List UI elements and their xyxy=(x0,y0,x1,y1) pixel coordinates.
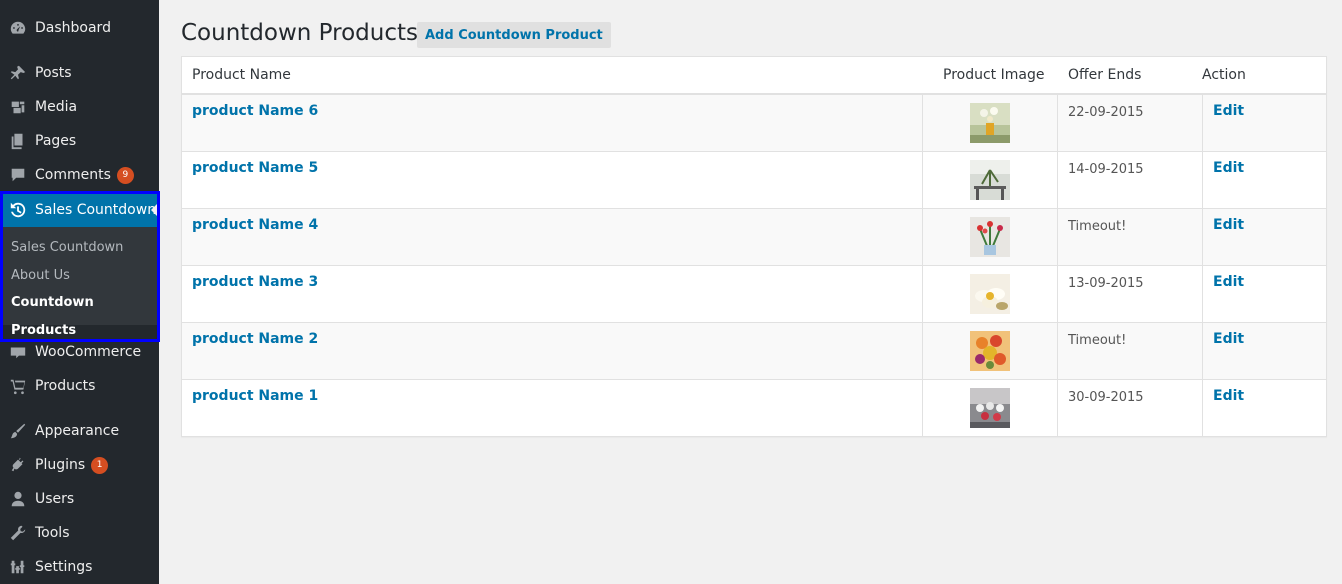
product-image-cell xyxy=(922,95,1058,151)
user-icon xyxy=(0,482,35,516)
sidebar-item-dashboard[interactable]: Dashboard xyxy=(0,11,159,45)
product-image-cell xyxy=(922,209,1058,265)
product-image-cell xyxy=(922,380,1058,436)
product-name-link[interactable]: product Name 2 xyxy=(192,331,318,347)
product-name-link[interactable]: product Name 5 xyxy=(192,160,318,176)
sidebar-item-label: Pages xyxy=(35,133,77,149)
action-cell: Edit xyxy=(1202,380,1342,436)
action-cell: Edit xyxy=(1202,152,1342,208)
table-row: product Name 4 Timeout! Edit xyxy=(182,208,1326,265)
wrench-icon xyxy=(0,516,35,550)
sidebar-item-sales-countdown[interactable]: Sales Countdown xyxy=(0,193,159,227)
table-row: product Name 1 30-09-2015 Edit xyxy=(182,379,1326,436)
sidebar-item-products[interactable]: Products xyxy=(0,369,159,403)
sidebar-item-appearance[interactable]: Appearance xyxy=(0,414,159,448)
admin-sidebar: Dashboard Posts Media Pages Comments 9 S… xyxy=(0,0,159,584)
sliders-icon xyxy=(0,550,35,584)
sidebar-item-users[interactable]: Users xyxy=(0,482,159,516)
sidebar-item-plugins[interactable]: Plugins 1 xyxy=(0,448,159,482)
sidebar-item-settings[interactable]: Settings xyxy=(0,550,159,584)
action-cell: Edit xyxy=(1202,209,1342,265)
action-cell: Edit xyxy=(1202,95,1342,151)
sidebar-item-label: Products xyxy=(35,378,96,394)
table-row: product Name 5 14-09-2015 Edit xyxy=(182,151,1326,208)
sidebar-item-woocommerce[interactable]: WooCommerce xyxy=(0,335,159,369)
edit-link[interactable]: Edit xyxy=(1213,388,1244,404)
comment-icon xyxy=(0,158,35,192)
comments-count-badge: 9 xyxy=(116,166,134,184)
product-thumbnail[interactable] xyxy=(970,331,1010,371)
product-name-link[interactable]: product Name 4 xyxy=(192,217,318,233)
offer-ends-value: 30-09-2015 xyxy=(1068,390,1144,405)
plug-icon xyxy=(0,448,35,482)
product-thumbnail[interactable] xyxy=(970,103,1010,143)
offer-ends-value: Timeout! xyxy=(1068,219,1127,234)
sidebar-item-pages[interactable]: Pages xyxy=(0,124,159,158)
offer-ends-value: Timeout! xyxy=(1068,333,1127,348)
action-cell: Edit xyxy=(1202,266,1342,322)
edit-link[interactable]: Edit xyxy=(1213,331,1244,347)
sidebar-item-label: Posts xyxy=(35,65,72,81)
edit-link[interactable]: Edit xyxy=(1213,160,1244,176)
product-image-cell xyxy=(922,266,1058,322)
sidebar-item-label: Comments xyxy=(35,167,111,183)
plugins-count-badge: 1 xyxy=(91,456,109,474)
woo-icon xyxy=(0,335,35,369)
sidebar-item-label: Appearance xyxy=(35,423,120,439)
sidebar-item-label: Sales Countdown xyxy=(35,202,157,218)
column-header-product-name[interactable]: Product Name xyxy=(192,67,291,83)
brush-icon xyxy=(0,414,35,448)
product-image-cell xyxy=(922,152,1058,208)
sidebar-item-label: Media xyxy=(35,99,78,115)
sidebar-item-label: Tools xyxy=(35,525,70,541)
column-header-offer-ends: Offer Ends xyxy=(1068,67,1142,83)
sidebar-item-label: Users xyxy=(35,491,75,507)
edit-link[interactable]: Edit xyxy=(1213,103,1244,119)
submenu-item-about-us[interactable]: About Us xyxy=(0,262,159,290)
media-icon xyxy=(0,90,35,124)
pages-icon xyxy=(0,124,35,158)
offer-ends-value: 22-09-2015 xyxy=(1068,105,1144,120)
sales-countdown-submenu: Sales Countdown About Us Countdown Produ… xyxy=(0,227,159,338)
edit-link[interactable]: Edit xyxy=(1213,274,1244,290)
sidebar-item-label: Plugins xyxy=(35,457,86,473)
history-clock-icon xyxy=(0,193,35,227)
sidebar-item-tools[interactable]: Tools xyxy=(0,516,159,550)
page-title: Countdown Products xyxy=(181,20,418,46)
product-thumbnail[interactable] xyxy=(970,217,1010,257)
product-name-link[interactable]: product Name 3 xyxy=(192,274,318,290)
offer-ends-value: 13-09-2015 xyxy=(1068,276,1144,291)
offer-ends-value: 14-09-2015 xyxy=(1068,162,1144,177)
product-image-cell xyxy=(922,323,1058,379)
sidebar-item-label: Settings xyxy=(35,559,93,575)
sidebar-item-comments[interactable]: Comments 9 xyxy=(0,158,159,192)
countdown-products-table: Product Name Product Image Offer Ends Ac… xyxy=(181,56,1327,437)
edit-link[interactable]: Edit xyxy=(1213,217,1244,233)
pin-icon xyxy=(0,56,35,90)
table-row: product Name 2 Timeout! Edit xyxy=(182,322,1326,379)
add-countdown-product-button[interactable]: Add Countdown Product xyxy=(417,22,611,48)
current-menu-arrow xyxy=(151,204,157,216)
dashboard-icon xyxy=(0,11,35,45)
column-header-product-image: Product Image xyxy=(943,67,1045,83)
product-thumbnail[interactable] xyxy=(970,160,1010,200)
submenu-item-countdown-products[interactable]: Countdown Products xyxy=(0,289,159,338)
sidebar-item-label: WooCommerce xyxy=(35,344,142,360)
sidebar-item-posts[interactable]: Posts xyxy=(0,56,159,90)
sidebar-item-media[interactable]: Media xyxy=(0,90,159,124)
table-row: product Name 6 22-09-2015 Edit xyxy=(182,94,1326,151)
product-thumbnail[interactable] xyxy=(970,274,1010,314)
table-row: product Name 3 13-09-2015 Edit xyxy=(182,265,1326,322)
sidebar-item-label: Dashboard xyxy=(35,20,111,36)
action-cell: Edit xyxy=(1202,323,1342,379)
table-header: Product Name Product Image Offer Ends Ac… xyxy=(182,57,1326,94)
product-thumbnail[interactable] xyxy=(970,388,1010,428)
product-name-link[interactable]: product Name 6 xyxy=(192,103,318,119)
cart-icon xyxy=(0,369,35,403)
column-header-action: Action xyxy=(1202,67,1246,83)
submenu-item-sales-countdown[interactable]: Sales Countdown xyxy=(0,234,159,262)
product-name-link[interactable]: product Name 1 xyxy=(192,388,318,404)
